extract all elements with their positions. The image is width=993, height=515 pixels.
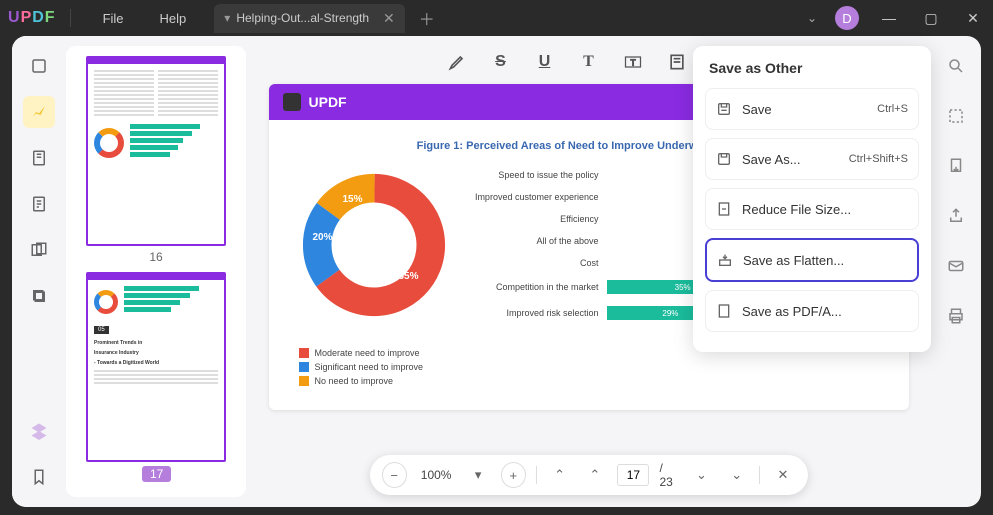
save-as-icon	[716, 151, 732, 167]
save-as-flatten-button[interactable]: Save as Flatten...	[705, 238, 919, 282]
thumbnail-page-16[interactable]: 16	[86, 56, 226, 264]
prev-page-button[interactable]: ⌃	[582, 462, 607, 488]
app-logo: UPDF	[8, 9, 56, 27]
reduce-icon	[716, 201, 732, 217]
zoom-dropdown[interactable]: ▾	[465, 462, 490, 488]
doc-brand: UPDF	[309, 94, 347, 110]
zoom-out-button[interactable]: −	[381, 462, 406, 488]
save-as-other-panel: Save as Other SaveCtrl+S Save As...Ctrl+…	[693, 46, 931, 352]
ocr-icon[interactable]	[940, 100, 972, 132]
share-icon[interactable]	[940, 200, 972, 232]
organize-tool[interactable]	[23, 188, 55, 220]
add-tab-button[interactable]: ＋	[419, 6, 435, 30]
minimize-button[interactable]: —	[877, 10, 901, 26]
first-page-button[interactable]: ⌃	[547, 462, 572, 488]
pdfa-icon	[716, 303, 732, 319]
layers-tool[interactable]	[23, 415, 55, 447]
reduce-file-size-button[interactable]: Reduce File Size...	[705, 188, 919, 230]
save-icon	[716, 101, 732, 117]
save-panel-title: Save as Other	[705, 58, 919, 78]
zoom-value: 100%	[417, 468, 456, 482]
reader-tool[interactable]	[23, 50, 55, 82]
menu-file[interactable]: File	[85, 11, 142, 26]
close-button[interactable]: ✕	[961, 10, 985, 27]
menu-help[interactable]: Help	[142, 11, 205, 26]
note-icon[interactable]	[667, 52, 687, 72]
last-page-button[interactable]: ⌄	[724, 462, 749, 488]
save-as-pdfa-button[interactable]: Save as PDF/A...	[705, 290, 919, 332]
flatten-icon	[717, 252, 733, 268]
close-nav-button[interactable]: ✕	[770, 462, 795, 488]
user-avatar[interactable]: D	[835, 6, 859, 30]
thumbnail-number: 16	[86, 250, 226, 264]
strikethrough-icon[interactable]: S	[491, 52, 511, 72]
save-as-button[interactable]: Save As...Ctrl+Shift+S	[705, 138, 919, 180]
page-input[interactable]	[617, 464, 649, 486]
maximize-button[interactable]: ▢	[919, 10, 943, 27]
print-icon[interactable]	[940, 300, 972, 332]
text-icon[interactable]: T	[579, 52, 599, 72]
zoom-in-button[interactable]: +	[501, 462, 526, 488]
thumbnail-page-17[interactable]: 05 Prominent Trends in Insurance Industr…	[86, 272, 226, 483]
convert-icon[interactable]	[940, 150, 972, 182]
chart-legend: Moderate need to improve Significant nee…	[299, 348, 879, 386]
highlight-tool[interactable]	[23, 96, 55, 128]
page-navigation: − 100% ▾ + ⌃ ⌃ / 23 ⌄ ⌄ ✕	[369, 455, 807, 495]
email-icon[interactable]	[940, 250, 972, 282]
tab-title: Helping-Out...al-Strength	[236, 11, 369, 25]
thumbnail-number: 17	[142, 466, 171, 482]
thumbnail-panel[interactable]: 16 05 Prominent Trends in Insurance Indu…	[66, 46, 246, 497]
underline-icon[interactable]: U	[535, 52, 555, 72]
bookmark-tool[interactable]	[23, 461, 55, 493]
tab-file-icon: ▾	[224, 11, 230, 25]
save-button[interactable]: SaveCtrl+S	[705, 88, 919, 130]
svg-text:T: T	[630, 57, 635, 67]
document-tab[interactable]: ▾ Helping-Out...al-Strength ✕	[214, 4, 405, 33]
copy-tool[interactable]	[23, 280, 55, 312]
textbox-icon[interactable]: T	[623, 52, 643, 72]
edit-tool[interactable]	[23, 142, 55, 174]
highlighter-icon[interactable]	[447, 52, 467, 72]
page-total: / 23	[659, 461, 678, 489]
page-tool[interactable]	[23, 234, 55, 266]
donut-chart: 65% 20% 15%	[299, 170, 449, 320]
search-icon[interactable]	[940, 50, 972, 82]
chevron-down-icon[interactable]: ⌄	[807, 11, 817, 25]
tab-close-icon[interactable]: ✕	[383, 10, 395, 27]
next-page-button[interactable]: ⌄	[689, 462, 714, 488]
